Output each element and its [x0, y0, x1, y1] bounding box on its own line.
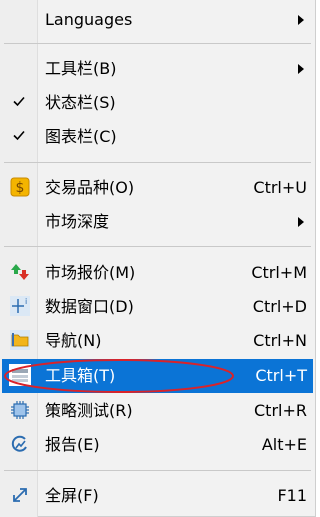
- submenu-arrow-icon: [298, 15, 304, 25]
- menu-item-data-window[interactable]: i 数据窗口(D) Ctrl+D: [2, 290, 313, 324]
- menu-item-label: 全屏(F): [45, 486, 99, 505]
- menu-item-navigator[interactable]: 导航(N) Ctrl+N: [2, 324, 313, 358]
- menu-separator: [4, 470, 311, 471]
- menu-item-languages[interactable]: Languages: [2, 3, 313, 37]
- menu-item-shortcut: Ctrl+R: [254, 401, 307, 420]
- check-icon: [13, 130, 25, 141]
- submenu-arrow-icon: [298, 217, 304, 227]
- menu-item-status-bar[interactable]: 状态栏(S): [2, 86, 313, 120]
- menu-item-shortcut: Ctrl+U: [253, 178, 307, 197]
- menu-item-full-screen[interactable]: 全屏(F) F11: [2, 479, 313, 513]
- menu-item-charts-bar[interactable]: 图表栏(C): [2, 120, 313, 154]
- report-icon: [11, 435, 27, 452]
- menu-separator: [4, 43, 311, 44]
- menu-item-shortcut: Ctrl+N: [253, 331, 307, 350]
- crosshair-icon: i: [10, 296, 30, 316]
- menu-item-label: Languages: [45, 10, 133, 29]
- menu-separator: [4, 162, 311, 163]
- chip-icon: [11, 401, 29, 419]
- quotes-arrows-icon: [11, 264, 29, 280]
- menu-item-strategy-tester[interactable]: 策略测试(R) Ctrl+R: [2, 394, 313, 428]
- fullscreen-icon: [13, 488, 27, 502]
- menu-item-label: 图表栏(C): [45, 127, 117, 146]
- menu-item-symbols[interactable]: $ 交易品种(O) Ctrl+U: [2, 171, 313, 205]
- menu-item-reports[interactable]: 报告(E) Alt+E: [2, 428, 313, 462]
- menu-item-depth-of-market[interactable]: 市场深度: [2, 205, 313, 239]
- menu-item-label: 市场报价(M): [45, 263, 136, 282]
- folder-icon: [10, 330, 30, 350]
- menu-separator: [4, 246, 311, 247]
- dollar-icon: $: [10, 177, 30, 197]
- menu-item-toolbox[interactable]: 工具箱(T) Ctrl+T: [2, 359, 313, 393]
- svg-text:i: i: [25, 297, 27, 306]
- submenu-arrow-icon: [298, 64, 304, 74]
- menu-item-shortcut: Ctrl+T: [255, 366, 307, 385]
- menu-item-shortcut: F11: [277, 486, 307, 505]
- menu-item-shortcut: Ctrl+D: [252, 297, 307, 316]
- menu-item-shortcut: Ctrl+M: [251, 263, 307, 282]
- toolbox-icon: [9, 364, 31, 386]
- menu-item-toolbars[interactable]: 工具栏(B): [2, 52, 313, 86]
- menu-item-label: 交易品种(O): [45, 178, 135, 197]
- view-menu: Languages 工具栏(B) 状态栏(S) 图表栏(C) $ 交易品种(O)…: [0, 0, 316, 517]
- menu-item-label: 报告(E): [45, 435, 100, 454]
- menu-item-label: 市场深度: [45, 212, 110, 231]
- menu-item-label: 工具栏(B): [45, 59, 117, 78]
- menu-item-label: 策略测试(R): [45, 401, 133, 420]
- menu-item-label: 工具箱(T): [45, 366, 116, 385]
- menu-item-label: 数据窗口(D): [45, 297, 134, 316]
- svg-text:$: $: [16, 180, 25, 196]
- menu-item-market-watch[interactable]: 市场报价(M) Ctrl+M: [2, 256, 313, 290]
- menu-item-shortcut: Alt+E: [261, 435, 307, 454]
- menu-item-label: 状态栏(S): [45, 93, 116, 112]
- menu-item-label: 导航(N): [45, 331, 102, 350]
- check-icon: [13, 96, 25, 107]
